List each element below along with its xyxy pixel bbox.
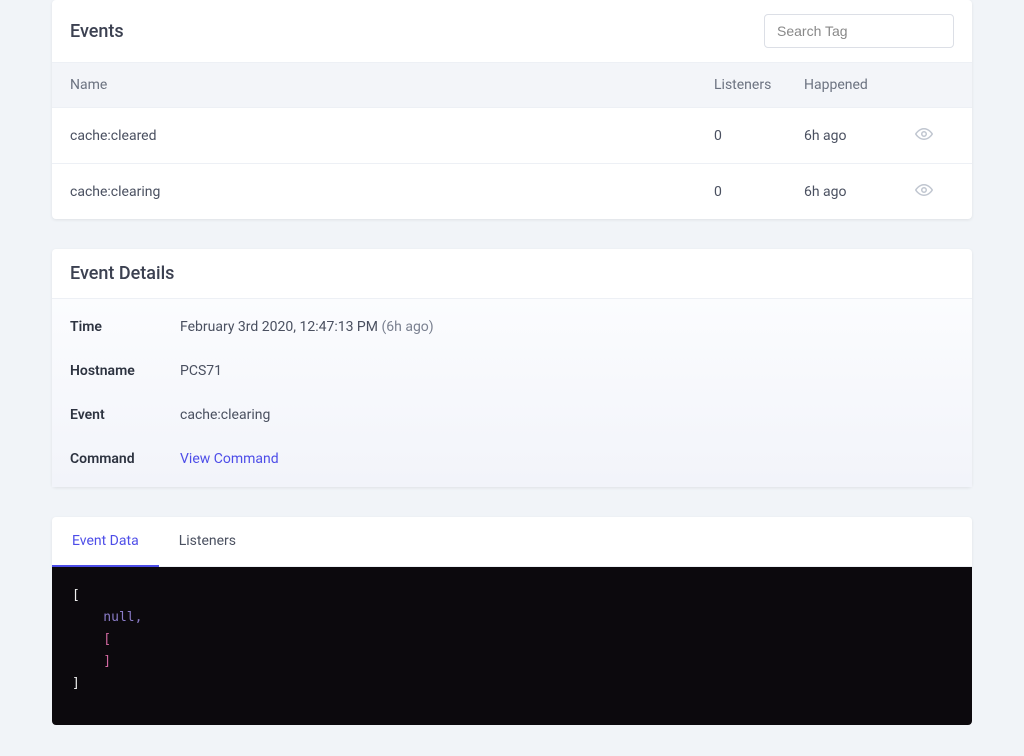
detail-row-time: Time February 3rd 2020, 12:47:13 PM (6h … bbox=[52, 305, 972, 349]
col-header-listeners: Listeners bbox=[714, 77, 804, 93]
detail-label-time: Time bbox=[70, 319, 180, 335]
detail-label-hostname: Hostname bbox=[70, 363, 180, 379]
table-row: cache:cleared 0 6h ago bbox=[52, 108, 972, 164]
detail-row-hostname: Hostname PCS71 bbox=[52, 349, 972, 393]
row-name: cache:clearing bbox=[70, 184, 714, 200]
detail-row-command: Command View Command bbox=[52, 437, 972, 481]
row-happened: 6h ago bbox=[804, 128, 914, 144]
col-header-name: Name bbox=[70, 77, 714, 93]
code-line: ] bbox=[72, 676, 80, 691]
code-panel: [ null, [ ] ] bbox=[52, 567, 972, 725]
event-details-body: Time February 3rd 2020, 12:47:13 PM (6h … bbox=[52, 299, 972, 487]
event-data-section: Event Data Listeners [ null, [ ] ] bbox=[52, 517, 972, 725]
detail-value-event: cache:clearing bbox=[180, 407, 270, 423]
event-details-title: Event Details bbox=[52, 249, 972, 299]
eye-icon[interactable] bbox=[914, 124, 934, 144]
detail-label-command: Command bbox=[70, 451, 180, 467]
tab-event-data[interactable]: Event Data bbox=[52, 517, 159, 567]
code-line: null, bbox=[72, 610, 142, 625]
detail-value-time: February 3rd 2020, 12:47:13 PM (6h ago) bbox=[180, 319, 434, 335]
events-card: Events Name Listeners Happened cache:cle… bbox=[52, 0, 972, 219]
event-details-card: Event Details Time February 3rd 2020, 12… bbox=[52, 249, 972, 487]
tabs: Event Data Listeners bbox=[52, 517, 972, 567]
code-line: [ bbox=[72, 632, 111, 647]
detail-value-hostname: PCS71 bbox=[180, 363, 222, 379]
tab-listeners[interactable]: Listeners bbox=[159, 517, 256, 567]
time-relative: (6h ago) bbox=[381, 319, 433, 335]
events-card-header: Events bbox=[52, 0, 972, 62]
col-header-happened: Happened bbox=[804, 77, 914, 93]
code-line: [ bbox=[72, 588, 80, 603]
detail-label-event: Event bbox=[70, 407, 180, 423]
time-text: February 3rd 2020, 12:47:13 PM bbox=[180, 319, 378, 335]
search-input[interactable] bbox=[764, 14, 954, 48]
row-listeners: 0 bbox=[714, 184, 804, 200]
events-table-header: Name Listeners Happened bbox=[52, 62, 972, 108]
detail-row-event: Event cache:clearing bbox=[52, 393, 972, 437]
col-header-action bbox=[914, 77, 954, 93]
eye-icon[interactable] bbox=[914, 180, 934, 200]
view-command-link[interactable]: View Command bbox=[180, 451, 279, 467]
row-name: cache:cleared bbox=[70, 128, 714, 144]
table-row: cache:clearing 0 6h ago bbox=[52, 164, 972, 219]
row-happened: 6h ago bbox=[804, 184, 914, 200]
events-title: Events bbox=[70, 21, 124, 42]
code-line: ] bbox=[72, 654, 111, 669]
row-listeners: 0 bbox=[714, 128, 804, 144]
